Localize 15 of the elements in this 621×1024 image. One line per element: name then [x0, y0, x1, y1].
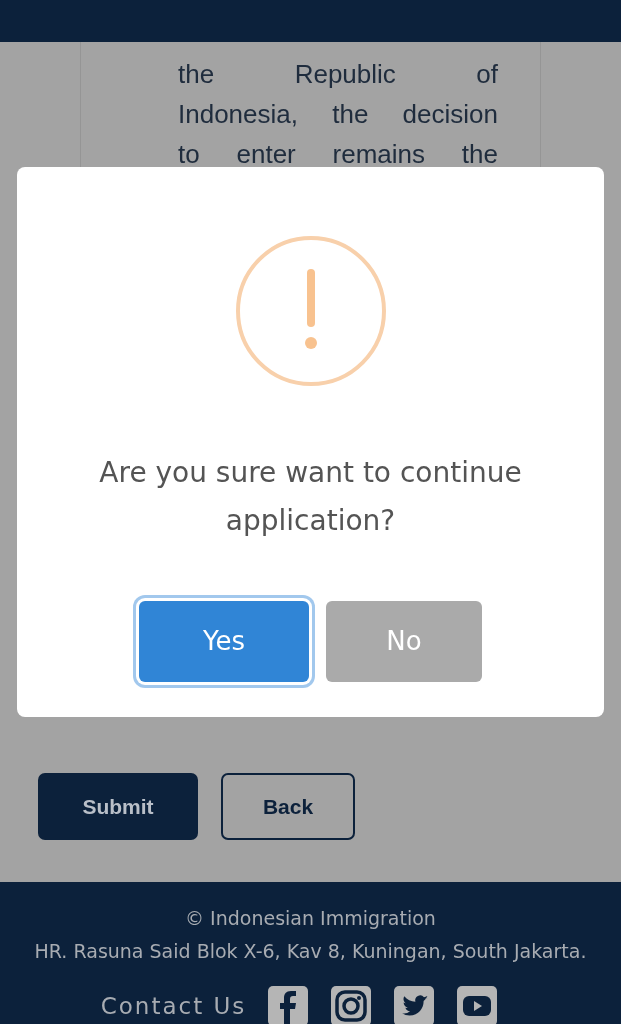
copyright-text: © Indonesian Immigration: [184, 906, 437, 931]
warning-icon: [234, 235, 387, 387]
facebook-icon[interactable]: [268, 986, 309, 1024]
address-text: HR. Rasuna Said Blok X-6, Kav 8, Kuningan, South Jakarta.: [33, 939, 588, 964]
contact-label: Contact Us: [100, 991, 247, 1021]
submit-button[interactable]: Submit: [38, 773, 198, 840]
instagram-icon[interactable]: [331, 986, 372, 1024]
video-play-icon[interactable]: [457, 986, 498, 1024]
dialog-message: Are you sure want to continue application?: [98, 455, 523, 539]
back-button[interactable]: Back: [221, 773, 355, 840]
yes-button[interactable]: Yes: [139, 601, 309, 682]
notice-text: to enter remains the: [178, 138, 498, 171]
notice-text: the Republic of: [178, 58, 498, 91]
bird-icon[interactable]: [394, 986, 435, 1024]
notice-text: Indonesia, the decision: [178, 98, 498, 131]
